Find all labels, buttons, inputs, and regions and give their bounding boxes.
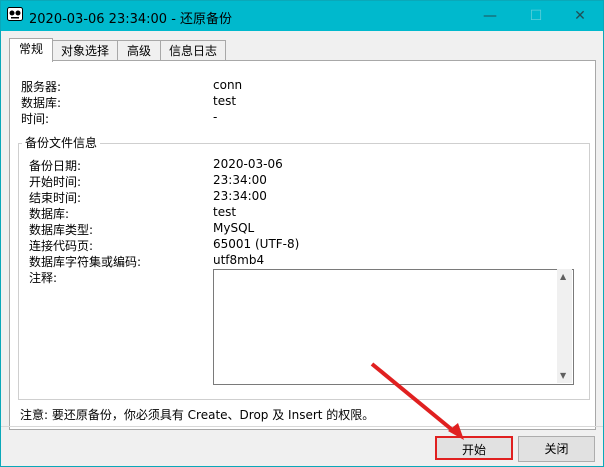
close-window-button[interactable]: ✕ (557, 1, 603, 31)
app-icon (7, 7, 23, 21)
restore-backup-window: 2020-03-06 23:34:00 - 还原备份 — ☐ ✕ 常规 对象选择… (0, 0, 604, 467)
backup-database-value: test (213, 205, 237, 219)
end-time-label: 结束时间: (29, 191, 82, 205)
notes-textarea[interactable] (213, 269, 574, 385)
backup-info-title: 备份文件信息 (22, 134, 101, 151)
end-time-value: 23:34:00 (213, 189, 267, 203)
backup-date-value: 2020-03-06 (213, 157, 283, 171)
minimize-button[interactable]: — (467, 1, 513, 31)
title-bar[interactable]: 2020-03-06 23:34:00 - 还原备份 — ☐ ✕ (1, 1, 603, 31)
scroll-up-icon[interactable]: ▲ (560, 272, 566, 281)
notes-label: 注释: (29, 271, 58, 285)
maximize-button[interactable]: ☐ (513, 1, 559, 31)
database-type-label: 数据库类型: (29, 223, 94, 237)
start-time-value: 23:34:00 (213, 173, 267, 187)
charset-label: 数据库字符集或编码: (29, 255, 142, 269)
code-page-value: 65001 (UTF-8) (213, 237, 300, 251)
server-label: 服务器: (21, 80, 62, 94)
start-time-label: 开始时间: (29, 175, 82, 189)
database-type-value: MySQL (213, 221, 255, 235)
tab-info-log[interactable]: 信息日志 (160, 40, 226, 61)
backup-database-label: 数据库: (29, 207, 70, 221)
time-label: 时间: (21, 112, 50, 126)
server-value: conn (213, 78, 243, 92)
code-page-label: 连接代码页: (29, 239, 94, 253)
close-button[interactable]: 关闭 (518, 436, 595, 462)
charset-value: utf8mb4 (213, 253, 265, 267)
scroll-down-icon[interactable]: ▼ (560, 371, 566, 380)
database-label: 数据库: (21, 96, 62, 110)
notes-scrollbar[interactable]: ▲ ▼ (557, 269, 572, 383)
time-value: - (213, 110, 218, 124)
database-value: test (213, 94, 237, 108)
bottom-divider (1, 426, 603, 427)
general-tab-panel: 服务器: conn 数据库: test 时间: - 备份文件信息 备份日期: 2… (9, 60, 596, 430)
permission-notice: 注意: 要还原备份，你必须具有 Create、Drop 及 Insert 的权限… (20, 408, 375, 422)
backup-date-label: 备份日期: (29, 159, 82, 173)
tab-object-selection[interactable]: 对象选择 (52, 40, 118, 61)
tab-advanced[interactable]: 高级 (117, 40, 161, 61)
tab-general[interactable]: 常规 (9, 38, 53, 62)
start-button[interactable]: 开始 (435, 436, 513, 460)
window-title: 2020-03-06 23:34:00 - 还原备份 (29, 12, 233, 27)
